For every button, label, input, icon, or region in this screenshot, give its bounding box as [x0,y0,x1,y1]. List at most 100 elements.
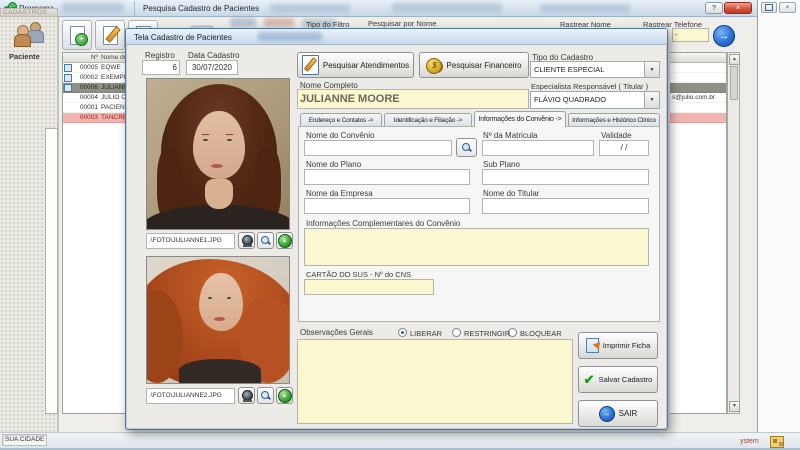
radio-restringir[interactable] [452,328,461,337]
nome-convenio-input[interactable] [304,140,452,156]
button-label: Imprimir Ficha [602,341,651,350]
photo2-zoom-button[interactable] [257,387,274,404]
tab-historico-clinico[interactable]: Informações e Histórico Clínico [568,113,660,127]
observacoes-label: Observações Gerais [300,328,373,337]
cartao-sus-label: CARTÃO DO SUS - Nº do CNS [306,270,412,279]
especialista-select[interactable]: FLÁVIO QUADRADO ▼ [530,91,660,109]
sub-plano-input[interactable] [482,169,649,185]
sair-button[interactable]: → SAIR [578,400,658,427]
scroll-up-icon[interactable]: ▲ [729,54,740,65]
nome-titular-input[interactable] [482,198,649,214]
table-row-alert[interactable]: 00003TANCREDO [63,113,125,123]
photo2-webcam-button[interactable] [238,387,255,404]
especialista-label: Especialista Responsável ( Titular ) [531,82,649,91]
radio-bloquear-label[interactable]: BLOQUEAR [520,329,562,338]
photo1-path-input[interactable]: .\FOTO\JULIANNE1.JPG [146,233,235,249]
data-cadastro-label: Data Cadastro [188,51,240,60]
tab-endereco-contatos[interactable]: Endereço e Contatos -> [300,113,382,127]
row-number: 00003 [79,114,98,121]
photo1-load-button[interactable]: ▲ [276,232,293,249]
tipo-cadastro-select[interactable]: CLIENTE ESPECIAL ▼ [530,61,660,78]
row-number: 00001 [79,104,98,111]
registro-input[interactable]: 6 [142,60,180,75]
data-cadastro-input[interactable]: 30/07/2020 [186,60,238,75]
pesquisa-close-button[interactable]: × [724,2,752,14]
status-bar [0,432,800,448]
validade-label: Validade [601,131,632,140]
button-label: SAIR [618,409,638,418]
nome-plano-input[interactable] [304,169,470,185]
table-row[interactable]: 00004JULIO CESA [63,93,125,103]
patient-table[interactable]: Nº Nome do Pa 00005EQWE 00002EXEMPLO D 0… [62,52,126,414]
add-record-button[interactable]: + [62,20,92,50]
nome-convenio-label: Nome do Convênio [306,131,375,140]
dialog-title: Tela Cadastro de Pacientes [134,33,232,42]
record-icon [63,83,72,92]
button-label: Salvar Cadastro [598,375,653,384]
info-complementares-textarea[interactable] [304,228,649,266]
table-row[interactable]: 00001PACIENTE [63,103,125,113]
photo2-load-button[interactable]: ▲ [276,387,293,404]
patient-table-right-strip[interactable]: s@julio.com.br [670,52,727,414]
table-row-selected[interactable] [670,83,726,93]
dropdown-button[interactable]: ▼ [644,62,659,77]
table-row-alert[interactable] [670,113,726,123]
imprimir-ficha-button[interactable]: Imprimir Ficha [578,332,658,359]
salvar-cadastro-button[interactable]: ✔ Salvar Cadastro [578,366,658,393]
cartao-sus-input[interactable] [304,279,434,295]
radio-liberar[interactable] [398,328,407,337]
button-label: Pesquisar Financeiro [446,60,522,70]
photo1-zoom-button[interactable] [257,232,274,249]
edit-record-button[interactable] [95,20,125,50]
tab-identificacao-filiacao[interactable]: Identificação e Filiação -> [384,113,472,127]
table-vertical-scrollbar[interactable]: ▲ ▼ [727,52,740,414]
close-icon: × [785,4,790,11]
validade-input[interactable]: / / [599,140,649,156]
matricula-input[interactable] [482,140,594,156]
table-row-selected[interactable]: 00006JULIANNE [63,83,125,93]
pesquisa-help-button[interactable]: ? [705,2,723,14]
magnifier-icon [260,390,271,401]
scroll-down-icon[interactable]: ▼ [729,401,740,412]
observacoes-textarea[interactable] [297,339,573,424]
nome-empresa-input[interactable] [304,198,470,214]
pesquisar-financeiro-button[interactable]: $ Pesquisar Financeiro [419,52,529,78]
webcam-icon [241,234,253,247]
sidebar-item-paciente[interactable]: Paciente [2,20,56,64]
screen: × Programa Pesquisa Cadastro de Paciente… [0,0,800,450]
redacted-icon [264,18,294,27]
scrollbar-thumb[interactable] [730,66,738,100]
table-row[interactable]: s@julio.com.br [670,93,726,103]
coin-icon: $ [426,57,444,74]
search-go-button[interactable]: → [713,25,735,47]
dropdown-button[interactable]: ▼ [644,92,659,108]
pesquisa-window-title: Pesquisa Cadastro de Pacientes [143,4,260,13]
exit-arrow-icon: → [598,405,615,422]
redacted-text [540,4,630,13]
add-icon: + [75,33,88,46]
sub-plano-label: Sub Plano [483,160,520,169]
convenio-search-button[interactable] [456,138,477,157]
load-photo-icon: ▲ [277,233,292,248]
rastrear-telefone-input[interactable]: - [672,28,709,42]
help-icon: ? [712,4,716,12]
pesquisar-por-nome-label: Pesquisar por Nome [368,19,437,28]
window-close-button[interactable]: × [779,2,796,13]
registro-label: Registro [145,51,175,60]
photo1-webcam-button[interactable] [238,232,255,249]
print-icon [585,338,604,353]
pesquisar-atendimentos-button[interactable]: Pesquisar Atendimentos [297,52,414,78]
radio-liberar-label[interactable]: LIBERAR [410,329,442,338]
table-row[interactable]: 00005 EQWE [63,63,125,73]
sidebar-item-label: Paciente [9,52,40,61]
nome-completo-input[interactable]: JULIANNE MOORE [297,89,529,109]
arrow-right-icon: → [718,30,730,42]
window-restore-button[interactable] [761,2,777,13]
table-header [670,53,726,63]
radio-restringir-label[interactable]: RESTRINGIR [464,329,510,338]
tab-informacoes-convenio[interactable]: Informações do Convênio -> [474,111,566,127]
photo2-path-input[interactable]: .\FOTO\JULIANNE2.JPG [146,388,235,404]
button-label: Pesquisar Atendimentos [322,60,410,70]
table-row[interactable]: 00002EXEMPLO D [63,73,125,83]
selected-value: CLIENTE ESPECIAL [534,65,605,74]
